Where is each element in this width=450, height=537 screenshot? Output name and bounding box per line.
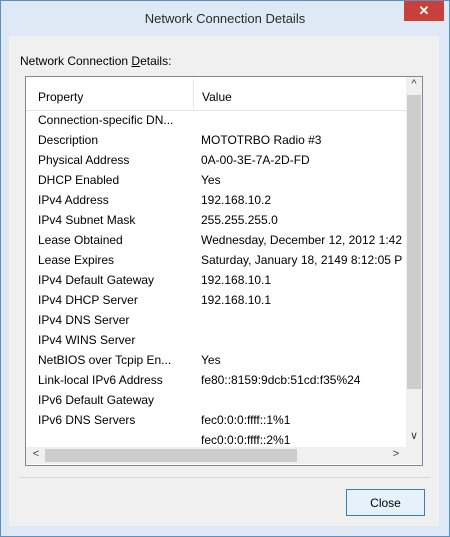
title-bar: Network Connection Details ✕ — [1, 1, 449, 37]
row-value: Yes — [201, 353, 221, 367]
list-row[interactable]: DHCP Enabled Yes — [26, 171, 406, 190]
row-property: IPv4 WINS Server — [38, 333, 136, 347]
scroll-left-icon[interactable]: < — [28, 448, 44, 460]
row-value: fec0:0:0:ffff::2%1 — [201, 433, 291, 447]
details-list[interactable]: Property Value Connection-specific DN...… — [25, 76, 423, 466]
row-property: IPv6 DNS Servers — [38, 413, 136, 427]
list-row[interactable]: fec0:0:0:ffff::2%1 — [26, 431, 406, 447]
list-row[interactable]: IPv4 Subnet Mask 255.255.255.0 — [26, 211, 406, 230]
list-row[interactable]: Connection-specific DN... — [26, 111, 406, 130]
vertical-scrollbar[interactable]: ^ ∨ — [406, 77, 422, 447]
list-row[interactable]: Description MOTOTRBO Radio #3 — [26, 131, 406, 150]
list-rows: Connection-specific DN... Description MOT… — [26, 111, 406, 447]
divider — [20, 477, 430, 478]
window-title: Network Connection Details — [144, 11, 306, 26]
list-row[interactable]: IPv6 DNS Servers fec0:0:0:ffff::1%1 — [26, 411, 406, 430]
row-property: IPv6 Default Gateway — [38, 393, 155, 407]
row-value: fec0:0:0:ffff::1%1 — [201, 413, 291, 427]
row-property: Description — [38, 133, 99, 147]
scroll-up-icon[interactable]: ^ — [406, 78, 422, 90]
row-property: Physical Address — [38, 153, 130, 167]
row-property: IPv4 DHCP Server — [38, 293, 138, 307]
scrollbar-corner — [406, 447, 422, 464]
row-property: Lease Obtained — [38, 233, 123, 247]
row-property: Link-local IPv6 Address — [38, 373, 163, 387]
scroll-down-icon[interactable]: ∨ — [406, 429, 422, 442]
column-header-property[interactable]: Property — [38, 90, 83, 104]
row-property: Lease Expires — [38, 253, 115, 267]
vertical-scroll-thumb[interactable] — [407, 95, 421, 389]
row-property: IPv4 DNS Server — [38, 313, 130, 327]
list-row[interactable]: NetBIOS over Tcpip En... Yes — [26, 351, 406, 370]
close-window-icon[interactable]: ✕ — [404, 1, 444, 21]
close-button[interactable]: Close — [346, 489, 425, 516]
row-value: 0A-00-3E-7A-2D-FD — [201, 153, 310, 167]
list-row[interactable]: Link-local IPv6 Address fe80::8159:9dcb:5… — [26, 371, 406, 390]
row-property: DHCP Enabled — [38, 173, 120, 187]
details-group-label: Network Connection Details: — [20, 54, 172, 68]
row-value: 192.168.10.2 — [201, 193, 272, 207]
horizontal-scrollbar[interactable]: < > — [26, 447, 406, 464]
column-header-value[interactable]: Value — [202, 90, 232, 104]
row-value: 192.168.10.1 — [201, 293, 272, 307]
list-row[interactable]: IPv4 DNS Server — [26, 311, 406, 330]
row-value: fe80::8159:9dcb:51cd:f35%24 — [201, 373, 361, 387]
scroll-right-icon[interactable]: > — [388, 448, 404, 460]
row-value: Wednesday, December 12, 2012 1:42 — [201, 233, 403, 247]
list-row[interactable]: IPv4 Default Gateway 192.168.10.1 — [26, 271, 406, 290]
list-row[interactable]: IPv4 WINS Server — [26, 331, 406, 350]
list-row[interactable]: IPv6 Default Gateway — [26, 391, 406, 410]
row-value: Saturday, January 18, 2149 8:12:05 P — [201, 253, 403, 267]
list-row[interactable]: Physical Address 0A-00-3E-7A-2D-FD — [26, 151, 406, 170]
list-row[interactable]: Lease Obtained Wednesday, December 12, 20… — [26, 231, 406, 250]
row-property: IPv4 Subnet Mask — [38, 213, 136, 227]
row-value: 192.168.10.1 — [201, 273, 272, 287]
row-property: IPv4 Address — [38, 193, 109, 207]
row-property: IPv4 Default Gateway — [38, 273, 155, 287]
row-value: Yes — [201, 173, 221, 187]
column-divider[interactable] — [193, 79, 194, 109]
list-row[interactable]: Lease Expires Saturday, January 18, 2149 … — [26, 251, 406, 270]
horizontal-scroll-thumb[interactable] — [45, 449, 297, 462]
list-row[interactable]: IPv4 DHCP Server 192.168.10.1 — [26, 291, 406, 310]
row-value: MOTOTRBO Radio #3 — [201, 133, 322, 147]
list-row[interactable]: IPv4 Address 192.168.10.2 — [26, 191, 406, 210]
row-value: 255.255.255.0 — [201, 213, 278, 227]
row-property: Connection-specific DN... — [38, 113, 174, 127]
row-property: NetBIOS over Tcpip En... — [38, 353, 172, 367]
list-header: Property Value — [26, 77, 406, 111]
